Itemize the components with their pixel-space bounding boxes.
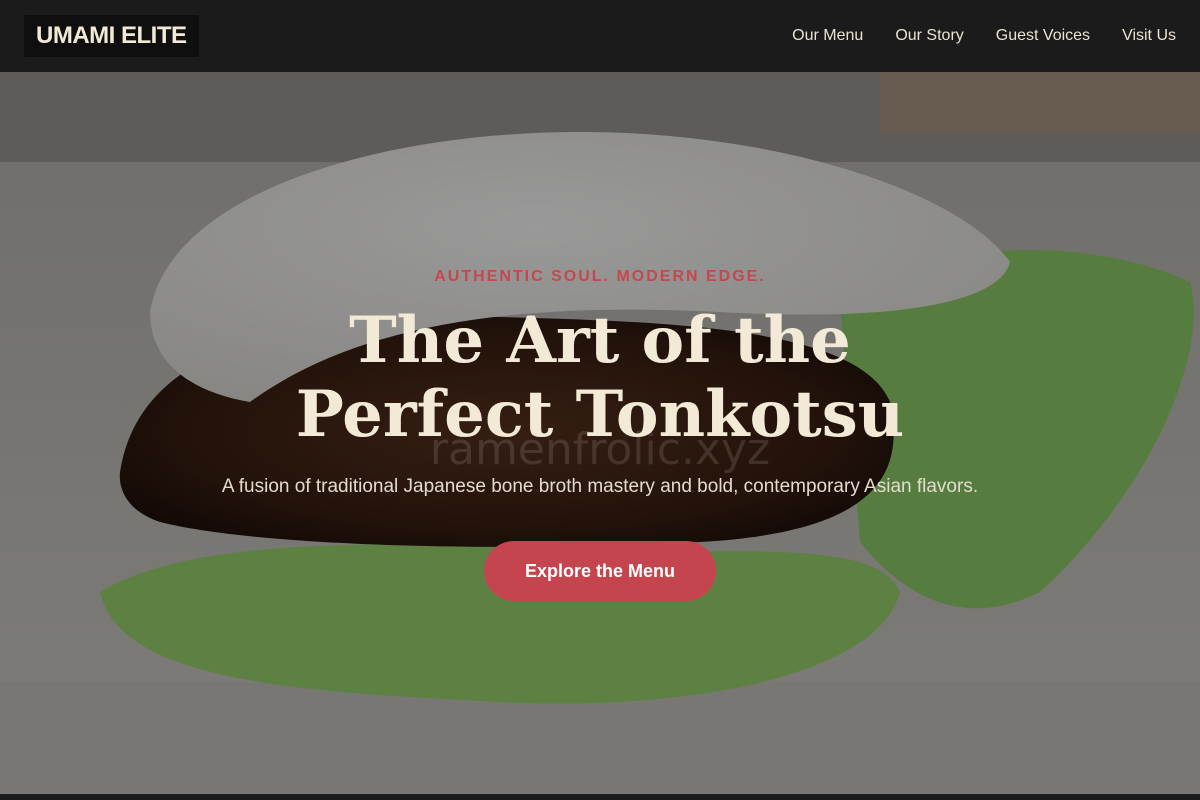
hero-section: AUTHENTIC SOUL. MODERN EDGE. The Art of …	[0, 72, 1200, 794]
bottom-strip	[0, 794, 1200, 800]
hero-subtitle: A fusion of traditional Japanese bone br…	[221, 476, 979, 497]
brand-logo[interactable]: UMAMI ELITE	[24, 15, 199, 57]
nav-link-visit-us[interactable]: Visit Us	[1122, 27, 1176, 45]
hero-eyebrow: AUTHENTIC SOUL. MODERN EDGE.	[434, 268, 766, 285]
nav-links: Our Menu Our Story Guest Voices Visit Us	[792, 27, 1176, 45]
nav-link-our-story[interactable]: Our Story	[895, 27, 963, 45]
nav-link-guest-voices[interactable]: Guest Voices	[996, 27, 1090, 45]
explore-menu-button[interactable]: Explore the Menu	[484, 541, 716, 601]
hero-title-line-1: The Art of the	[349, 303, 851, 378]
navbar: UMAMI ELITE Our Menu Our Story Guest Voi…	[0, 0, 1200, 72]
nav-link-our-menu[interactable]: Our Menu	[792, 27, 863, 45]
hero-watermark: ramenfrolic.xyz	[429, 424, 771, 475]
hero-content: AUTHENTIC SOUL. MODERN EDGE. The Art of …	[0, 72, 1200, 794]
